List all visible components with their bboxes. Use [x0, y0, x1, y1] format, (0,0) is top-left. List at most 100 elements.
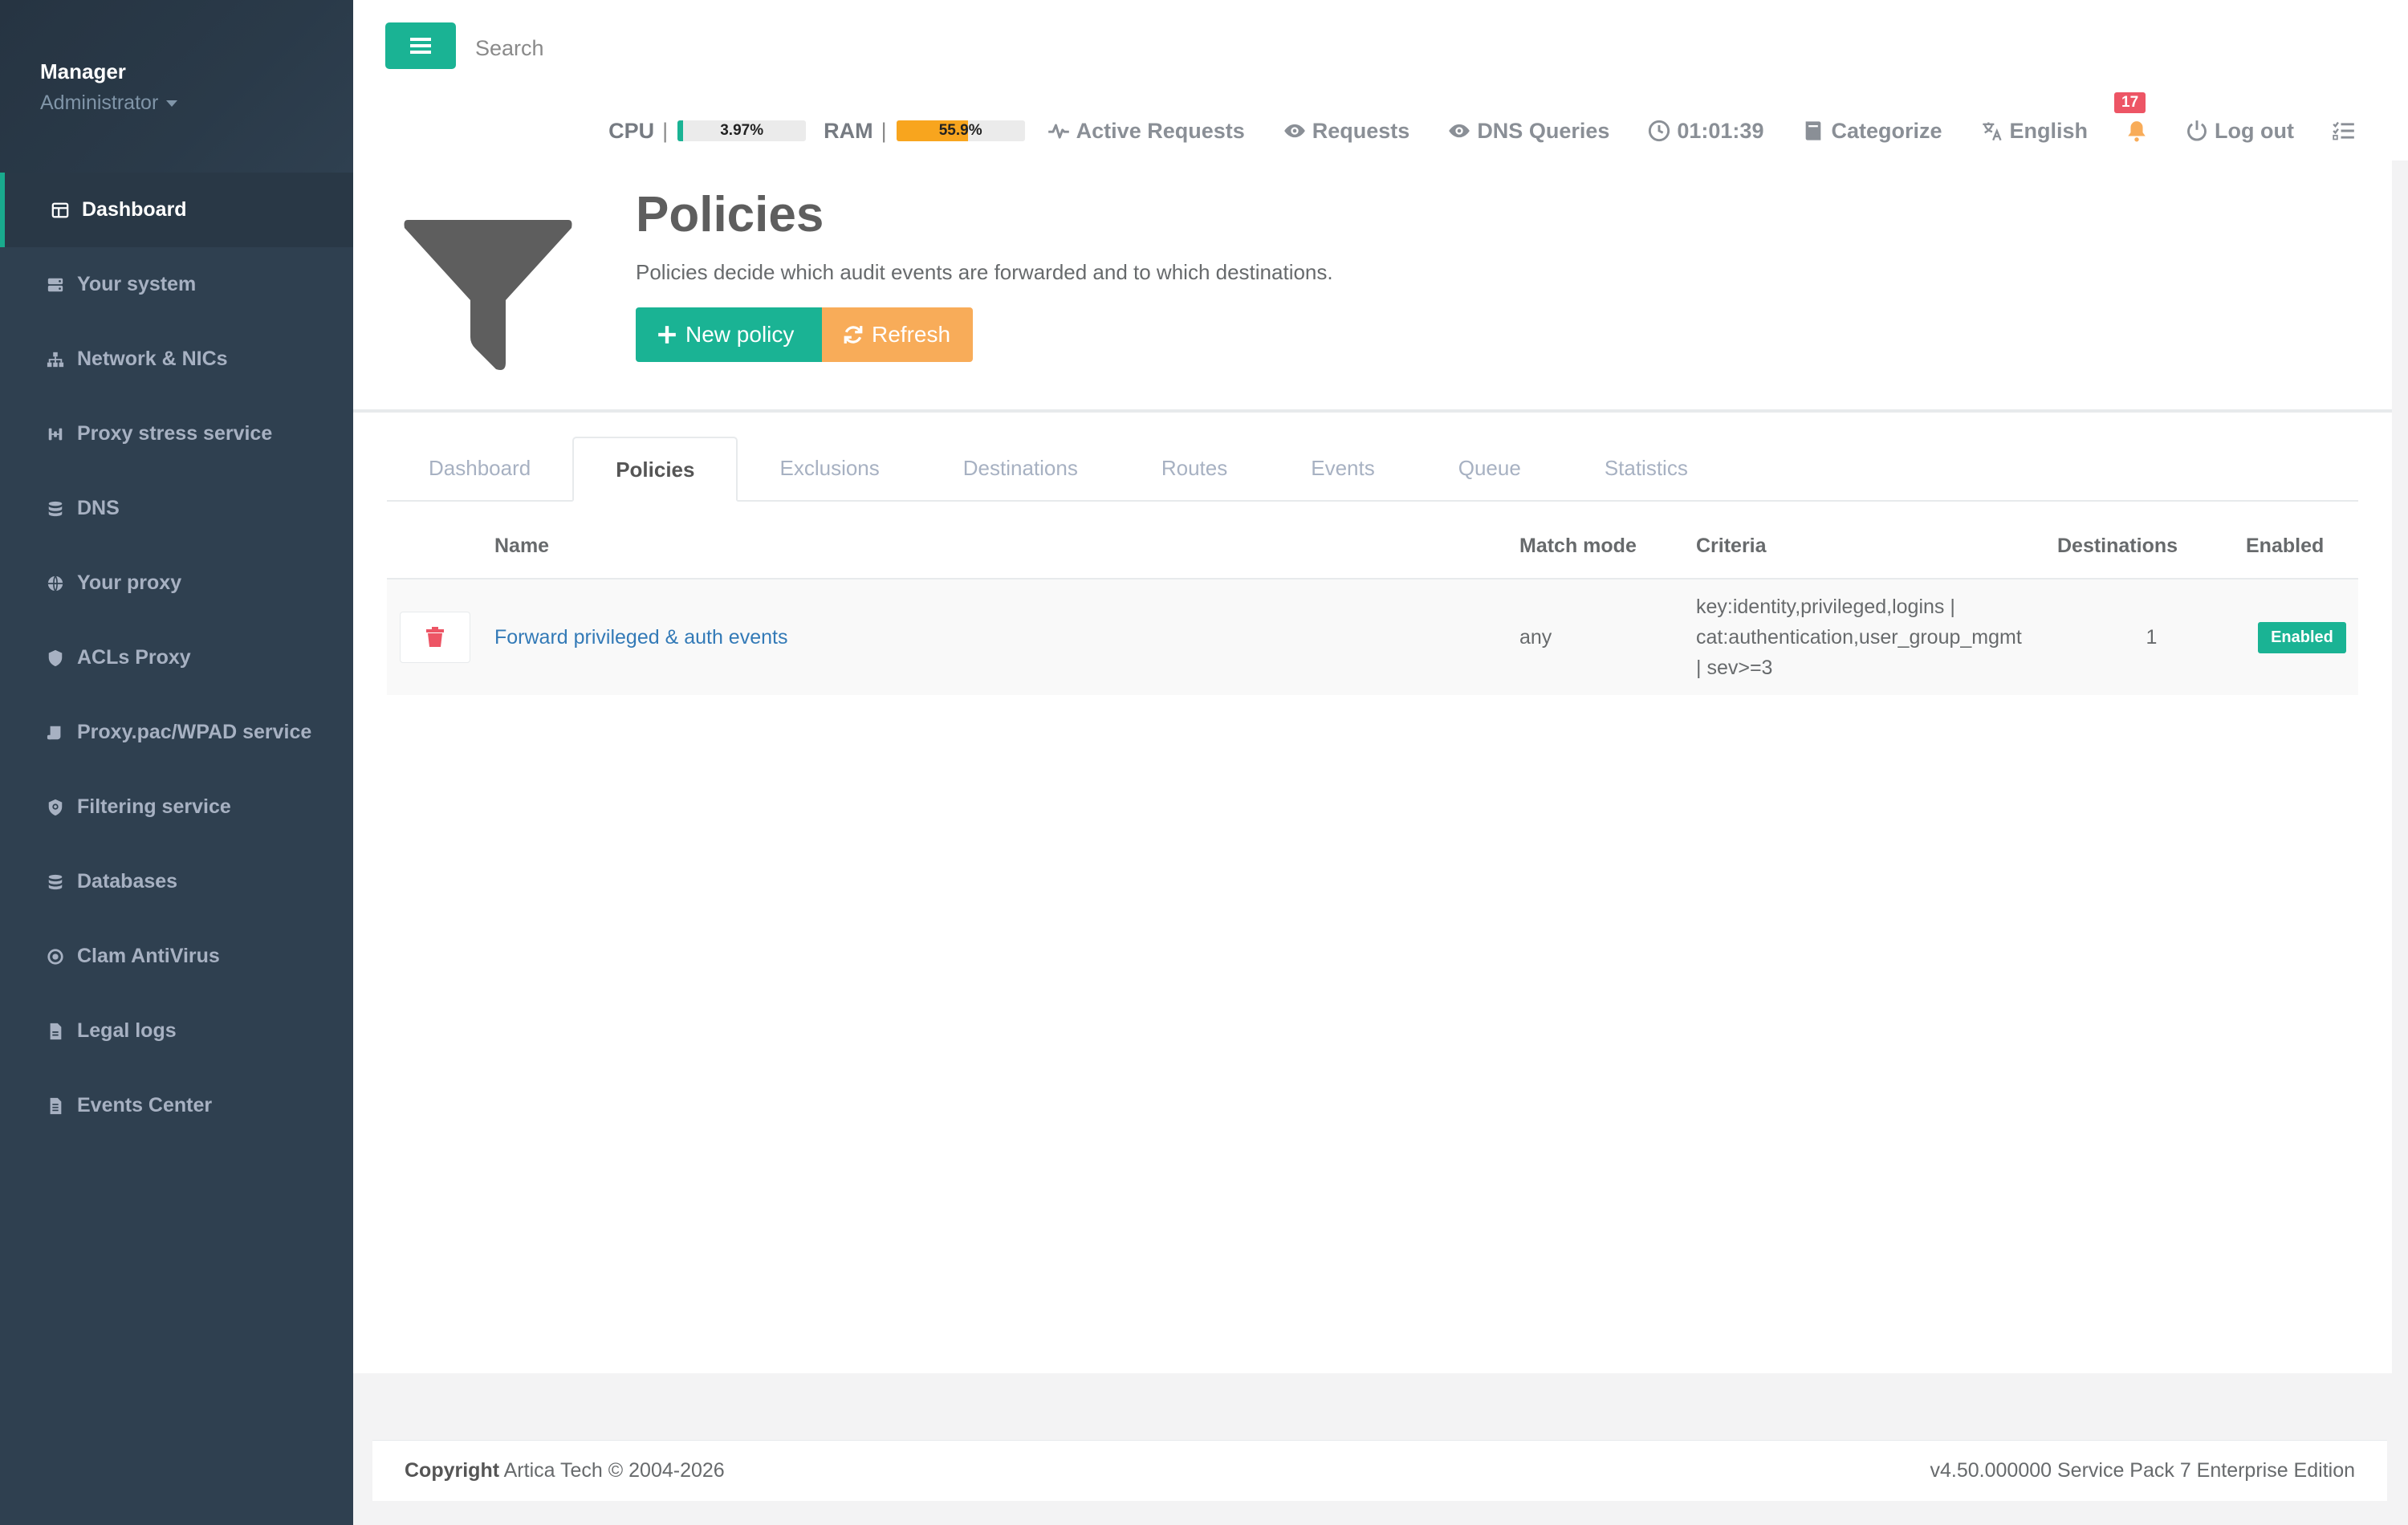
sidebar-item-label: Filtering service	[77, 795, 231, 818]
separator: |	[881, 118, 887, 143]
sidebar-item-dashboard[interactable]: Dashboard	[0, 173, 353, 247]
header-criteria[interactable]: Criteria	[1696, 514, 2057, 580]
sidebar-item-your-system[interactable]: Your system	[0, 247, 353, 322]
filter-icon	[404, 220, 572, 370]
version-info: v4.50.000000 Service Pack 7 Enterprise E…	[1930, 1459, 2355, 1482]
top-navbar: CPU | 3.97% RAM | 55.9% Active Requests …	[353, 0, 2408, 161]
ram-label: RAM	[824, 118, 873, 143]
header-actions	[387, 514, 494, 580]
tab-policies[interactable]: Policies	[572, 437, 738, 502]
profile-role-dropdown[interactable]: Administrator	[40, 92, 178, 115]
ram-value: 55.9%	[938, 122, 982, 139]
bell-icon	[2128, 121, 2146, 142]
cell-actions	[387, 579, 494, 695]
profile-name: Manager	[40, 59, 126, 83]
refresh-label: Refresh	[872, 322, 951, 347]
active-requests-link[interactable]: Active Requests	[1047, 119, 1245, 144]
virus-icon	[45, 946, 66, 967]
notification-count-badge: 17	[2114, 92, 2146, 113]
plus-icon	[658, 326, 676, 344]
trash-icon	[426, 627, 444, 647]
sidebar-item-acls-proxy[interactable]: ACLs Proxy	[0, 620, 353, 695]
action-button-group: New policy Refresh	[636, 307, 973, 362]
requests-label: Requests	[1312, 118, 1410, 143]
notifications-button[interactable]: 17	[2114, 92, 2147, 142]
enabled-badge[interactable]: Enabled	[2258, 621, 2346, 653]
caret-down-icon	[166, 100, 178, 108]
table-header-row: Name Match mode Criteria Destinations En…	[387, 514, 2358, 580]
cell-enabled: Enabled	[2246, 579, 2358, 695]
sidebar-item-label: Proxy.pac/WPAD service	[77, 721, 312, 743]
delete-policy-button[interactable]	[400, 612, 470, 663]
sidebar-item-label: Your system	[77, 273, 197, 295]
content-panel: Dashboard Policies Exclusions Destinatio…	[353, 413, 2392, 1373]
tab-events[interactable]: Events	[1269, 437, 1417, 500]
tab-statistics[interactable]: Statistics	[1563, 437, 1730, 500]
tab-routes[interactable]: Routes	[1120, 437, 1269, 500]
refresh-icon	[844, 326, 863, 344]
eye-icon	[1283, 124, 1305, 138]
dns-queries-link[interactable]: DNS Queries	[1448, 119, 1609, 144]
requests-link[interactable]: Requests	[1283, 118, 1410, 144]
sidebar-item-label: Network & NICs	[77, 348, 228, 370]
search-input[interactable]	[474, 27, 878, 69]
profile-panel: Manager Administrator	[0, 0, 353, 173]
header-match-mode[interactable]: Match mode	[1519, 514, 1696, 580]
refresh-button[interactable]: Refresh	[822, 307, 973, 362]
globe-icon	[45, 573, 66, 594]
task-list-button[interactable]	[2333, 120, 2361, 142]
sidebar-item-label: Proxy stress service	[77, 422, 273, 445]
sitemap-icon	[45, 349, 66, 370]
header-destinations[interactable]: Destinations	[2057, 514, 2246, 580]
criteria-line: key:identity,privileged,logins |	[1696, 596, 1955, 618]
sidebar-item-network[interactable]: Network & NICs	[0, 322, 353, 396]
menu-toggle-button[interactable]	[385, 22, 456, 69]
cpu-label: CPU	[608, 118, 655, 143]
sidebar-item-dns[interactable]: DNS	[0, 471, 353, 546]
sidebar: Manager Administrator Dashboard Your sys…	[0, 0, 353, 1525]
tab-destinations[interactable]: Destinations	[921, 437, 1120, 500]
sidebar-item-legal-logs[interactable]: Legal logs	[0, 994, 353, 1068]
list-check-icon	[2333, 121, 2354, 140]
tab-exclusions[interactable]: Exclusions	[738, 437, 921, 500]
criteria-line: cat:authentication,user_group_mgmt	[1696, 626, 2022, 649]
copyright-text: Artica Tech © 2004-2026	[503, 1459, 725, 1482]
sidebar-item-proxy-pac[interactable]: Proxy.pac/WPAD service	[0, 695, 353, 770]
sidebar-item-label: ACLs Proxy	[77, 646, 191, 669]
dashboard-icon	[50, 200, 71, 221]
cell-criteria: key:identity,privileged,logins | cat:aut…	[1696, 579, 2057, 695]
clock-icon	[1649, 120, 1670, 142]
sidebar-item-label: Clam AntiVirus	[77, 945, 220, 967]
hamburger-icon	[410, 38, 431, 54]
ram-meter: 55.9%	[896, 120, 1025, 141]
copyright: Copyright Artica Tech © 2004-2026	[405, 1459, 725, 1482]
book-icon	[1806, 121, 1821, 140]
sidebar-item-databases[interactable]: Databases	[0, 844, 353, 919]
sidebar-item-proxy-stress[interactable]: Proxy stress service	[0, 396, 353, 471]
sidebar-item-your-proxy[interactable]: Your proxy	[0, 546, 353, 620]
cell-match-mode: any	[1519, 579, 1696, 695]
database-icon	[45, 498, 66, 519]
copyright-label: Copyright	[405, 1459, 500, 1482]
criteria-line: | sev>=3	[1696, 657, 1773, 679]
tab-dashboard[interactable]: Dashboard	[387, 437, 572, 500]
sidebar-item-events-center[interactable]: Events Center	[0, 1068, 353, 1143]
policy-name-link[interactable]: Forward privileged & auth events	[494, 626, 787, 649]
new-policy-button[interactable]: New policy	[636, 307, 822, 362]
header-enabled[interactable]: Enabled	[2246, 514, 2358, 580]
logout-label: Log out	[2215, 118, 2294, 143]
categorize-link[interactable]: Categorize	[1802, 119, 1942, 144]
sidebar-item-clam-antivirus[interactable]: Clam AntiVirus	[0, 919, 353, 994]
header-name[interactable]: Name	[494, 514, 1519, 580]
language-link[interactable]: English	[1981, 119, 2088, 144]
page-header: Policies Policies decide which audit eve…	[353, 161, 2392, 413]
tab-queue[interactable]: Queue	[1417, 437, 1563, 500]
sidebar-item-label: Events Center	[77, 1094, 213, 1116]
clock-link[interactable]: 01:01:39	[1648, 119, 1763, 144]
logout-link[interactable]: Log out	[2186, 119, 2294, 144]
table-row: Forward privileged & auth events any key…	[387, 579, 2358, 695]
status-bar: CPU | 3.97% RAM | 55.9% Active Requests …	[608, 92, 2361, 151]
sidebar-item-filtering[interactable]: Filtering service	[0, 770, 353, 844]
server-icon	[45, 274, 66, 295]
power-icon	[2187, 120, 2207, 141]
